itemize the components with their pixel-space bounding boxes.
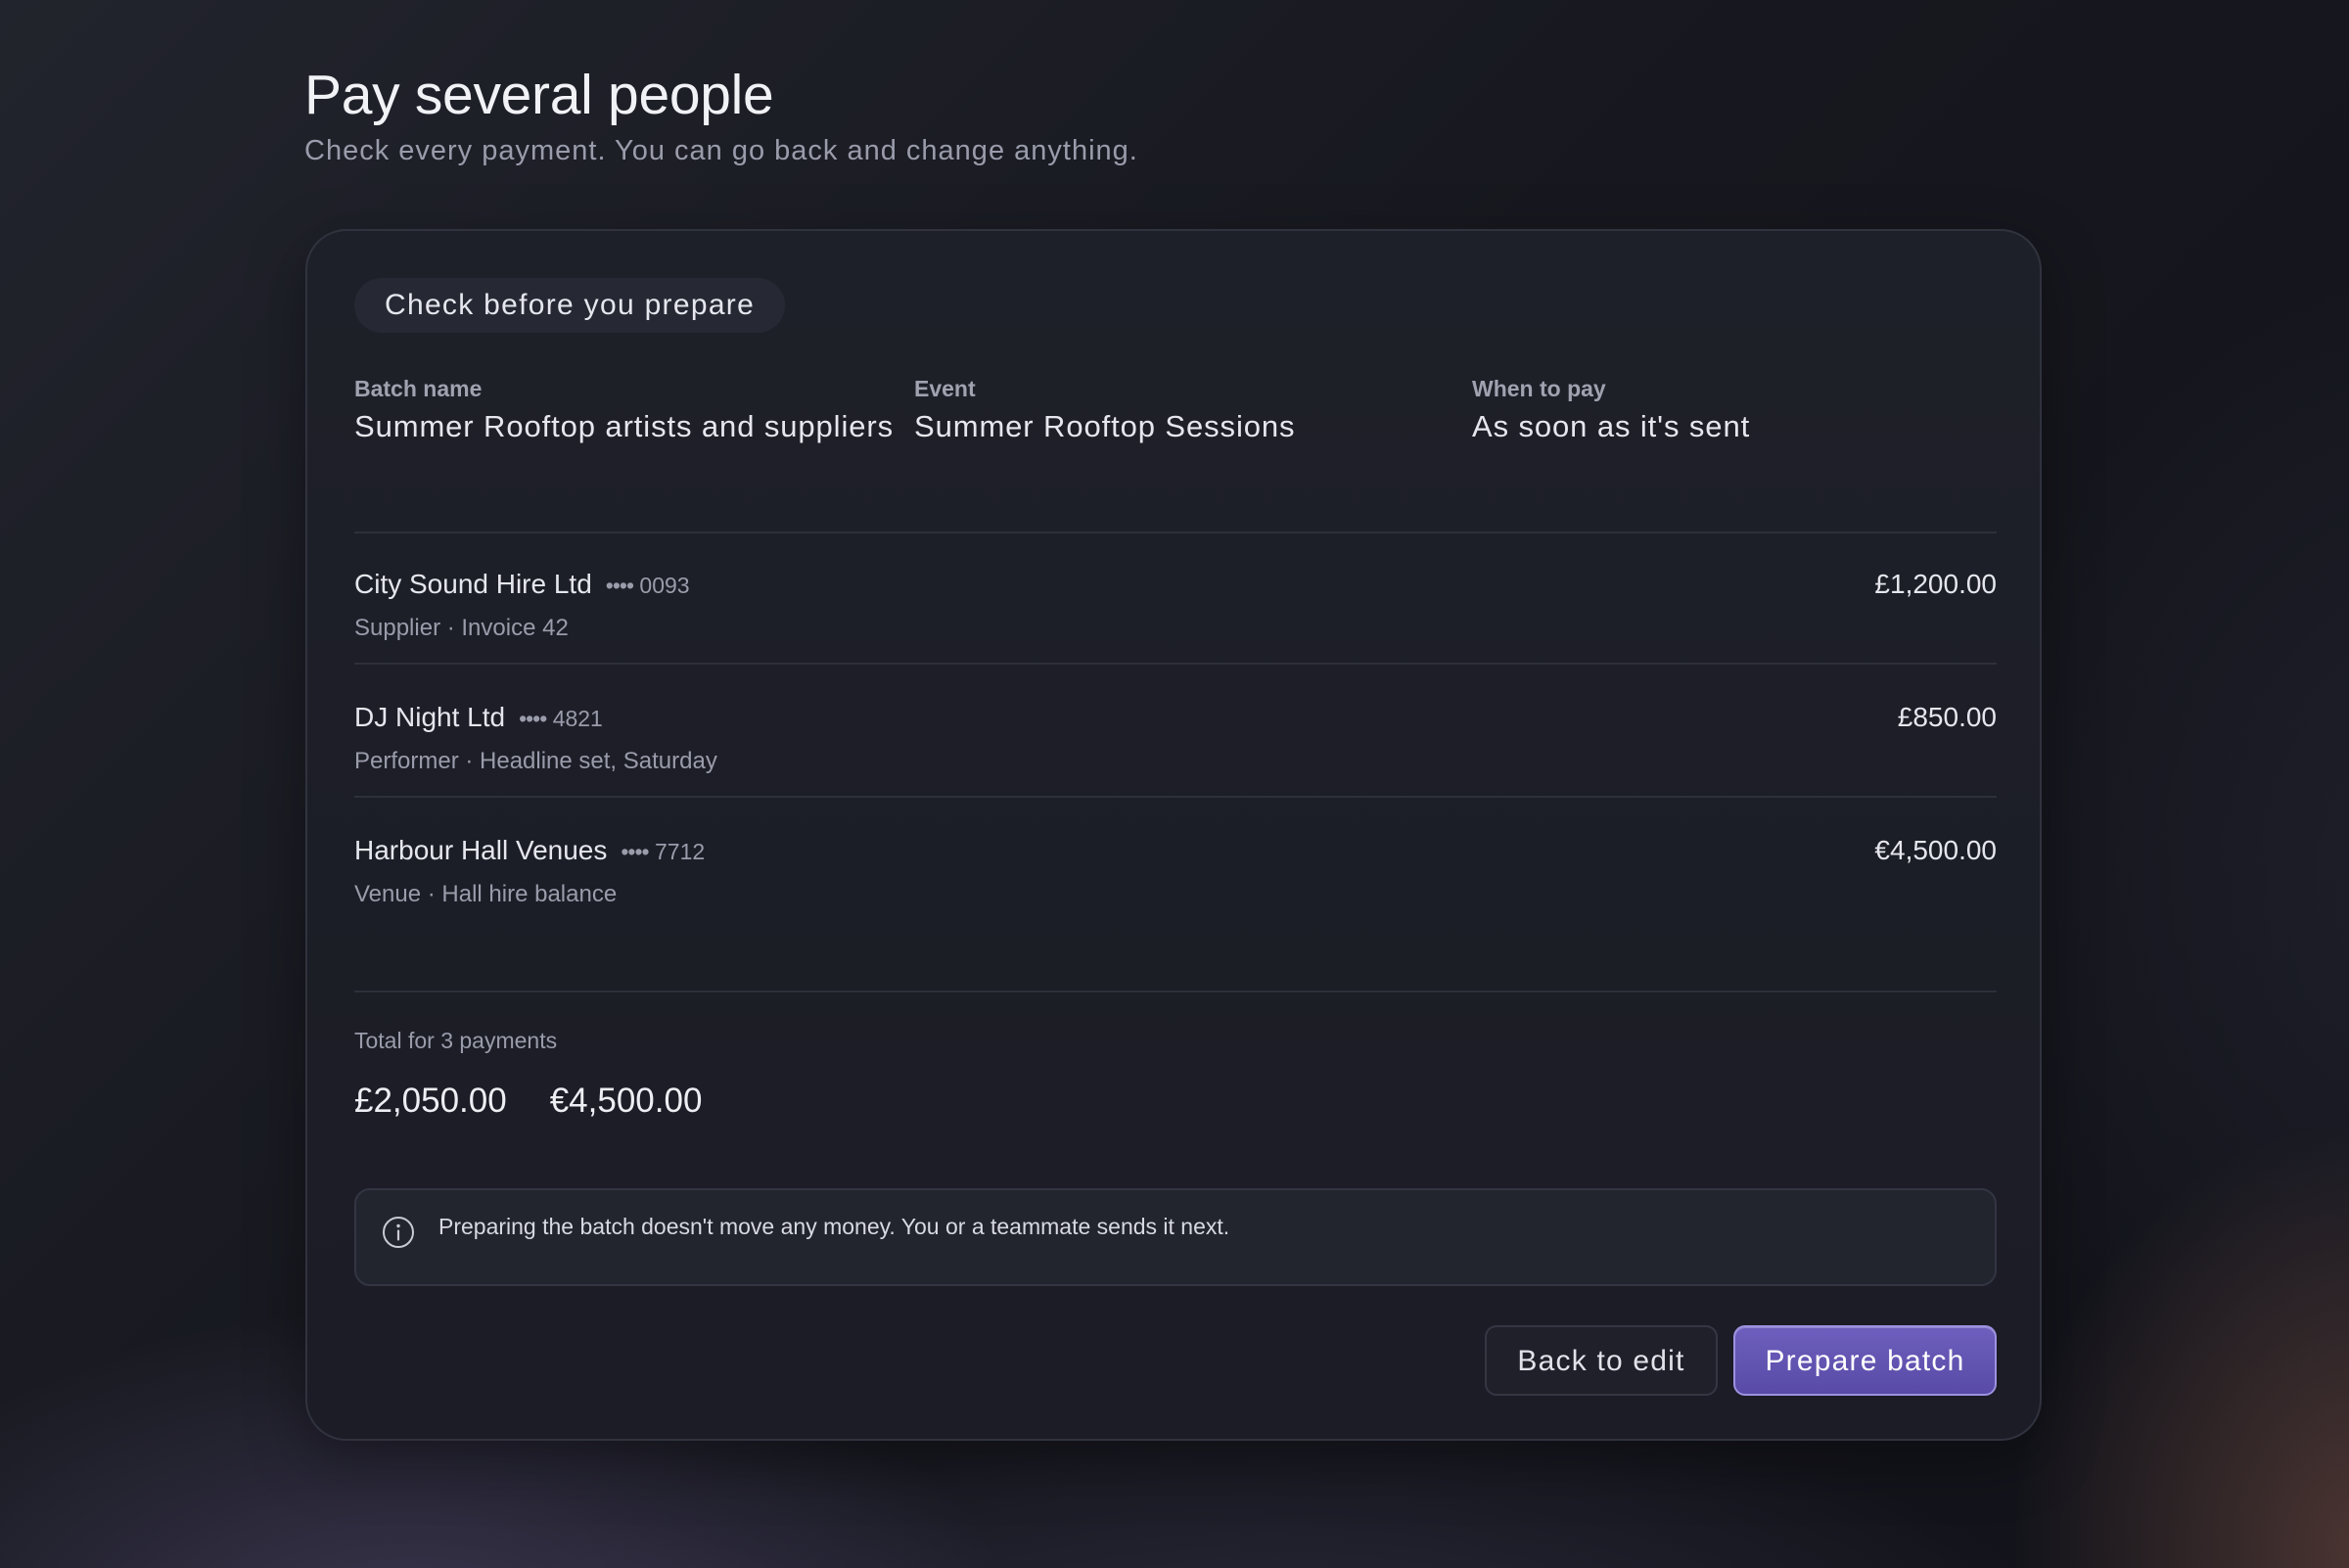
prepare-batch-button[interactable]: Prepare batch bbox=[1733, 1325, 1997, 1396]
account-last4: 7712 bbox=[654, 839, 706, 864]
summary-value: Summer Rooftop Sessions bbox=[914, 409, 1296, 443]
account-last4: 0093 bbox=[639, 573, 690, 598]
payment-row: City Sound Hire Ltd •••• 0093 Supplier · … bbox=[354, 531, 1997, 665]
payee-account: •••• 7712 bbox=[621, 839, 705, 864]
summary-value: As soon as it's sent bbox=[1472, 409, 1751, 443]
total-amounts: £2,050.00 €4,500.00 bbox=[354, 1079, 745, 1124]
batch-summary: Batch name Summer Rooftop artists and su… bbox=[354, 374, 1999, 452]
total-label: Total for 3 payments bbox=[354, 1028, 558, 1053]
summary-value: Summer Rooftop artists and suppliers bbox=[354, 409, 895, 443]
account-last4: 4821 bbox=[552, 706, 603, 731]
payee-name: City Sound Hire Ltd bbox=[354, 569, 592, 599]
summary-label: Event bbox=[914, 376, 976, 401]
payee-line: DJ Night Ltd •••• 4821 bbox=[354, 700, 603, 740]
payee-name: DJ Night Ltd bbox=[354, 702, 506, 732]
payee-account: •••• 0093 bbox=[606, 573, 690, 598]
page-header: Pay several people Check every payment. … bbox=[304, 61, 1138, 170]
account-mask: •••• bbox=[605, 573, 634, 598]
info-icon bbox=[383, 1217, 414, 1248]
review-pill-label: Check before you prepare bbox=[354, 278, 786, 333]
payee-meta: Venue · Hall hire balance bbox=[354, 881, 618, 907]
summary-batch-name: Batch name Summer Rooftop artists and su… bbox=[354, 374, 894, 446]
payee-amount: £1,200.00 bbox=[1874, 569, 1997, 599]
back-to-edit-button[interactable]: Back to edit bbox=[1485, 1325, 1718, 1396]
page-subtitle: Check every payment. You can go back and… bbox=[304, 135, 1138, 166]
payee-meta: Performer · Headline set, Saturday bbox=[354, 748, 717, 774]
account-mask: •••• bbox=[621, 839, 649, 864]
account-mask: •••• bbox=[519, 706, 547, 731]
payee-account: •••• 4821 bbox=[519, 706, 603, 731]
payment-row: DJ Night Ltd •••• 4821 Performer · Headli… bbox=[354, 665, 1997, 798]
payee-name: Harbour Hall Venues bbox=[354, 835, 608, 865]
review-card: Check before you prepare Batch name Summ… bbox=[305, 229, 2042, 1441]
page-title: Pay several people bbox=[304, 64, 774, 126]
payee-meta: Supplier · Invoice 42 bbox=[354, 615, 569, 641]
total-amount-eur: €4,500.00 bbox=[549, 1082, 703, 1120]
summary-label: Batch name bbox=[354, 376, 483, 401]
payment-row: Harbour Hall Venues •••• 7712 Venue · Hal… bbox=[354, 798, 1997, 931]
total-amount-gbp: £2,050.00 bbox=[354, 1082, 507, 1120]
divider bbox=[354, 991, 1997, 992]
payee-line: City Sound Hire Ltd •••• 0093 bbox=[354, 567, 690, 607]
summary-when-to-pay: When to pay As soon as it's sent bbox=[1472, 374, 1750, 446]
payee-line: Harbour Hall Venues •••• 7712 bbox=[354, 833, 705, 873]
notice-text: Preparing the batch doesn't move any mon… bbox=[438, 1214, 1230, 1239]
payee-amount: €4,500.00 bbox=[1874, 835, 1997, 865]
payee-amount: £850.00 bbox=[1897, 702, 1997, 732]
info-notice: Preparing the batch doesn't move any mon… bbox=[354, 1188, 1997, 1286]
summary-label: When to pay bbox=[1472, 376, 1606, 401]
summary-event: Event Summer Rooftop Sessions bbox=[914, 374, 1295, 446]
payment-list: City Sound Hire Ltd •••• 0093 Supplier · … bbox=[354, 531, 1997, 931]
